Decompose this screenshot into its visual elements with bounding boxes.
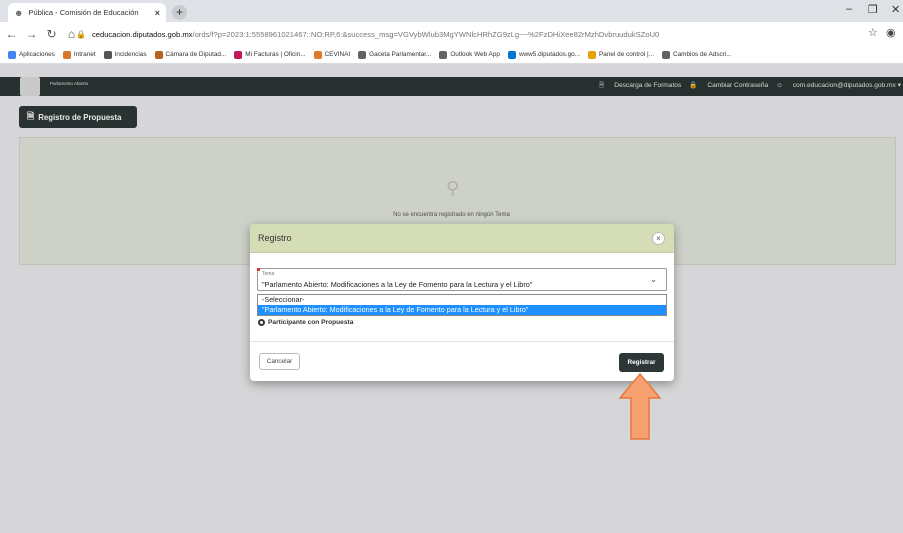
topic-selected-value: "Parlamento Abierto: Modificaciones a la…	[262, 280, 533, 289]
reload-icon[interactable]: ↻	[43, 27, 60, 41]
bookmark-icon	[507, 50, 516, 59]
bookmark-label: Cámara de Diputad...	[165, 51, 227, 58]
bookmark-label: Mi Facturas | Oficin...	[245, 51, 306, 58]
profile-icon[interactable]: ◉	[886, 26, 896, 39]
bookmark-icon	[103, 50, 112, 59]
forward-icon[interactable]: →	[23, 27, 40, 41]
modal-header: Registro ×	[250, 224, 674, 253]
browser-tab[interactable]: ☻ Pública - Comisión de Educación ×	[8, 3, 166, 22]
topic-option[interactable]: -Seleccionar-	[258, 295, 666, 305]
bookmark-item[interactable]: Cambios de Adscri...	[662, 50, 732, 59]
minimize-icon[interactable]: –	[846, 3, 852, 15]
tab-title: Pública - Comisión de Educación	[28, 8, 139, 17]
bookmark-item[interactable]: Incidencias	[103, 50, 147, 59]
bookmark-item[interactable]: Mi Facturas | Oficin...	[234, 50, 306, 59]
address-bar[interactable]: 🔒 ceducacion.diputados.gob.mx /ords/f?p=…	[76, 25, 866, 43]
url-path: /ords/f?p=2023:1:5558961021467::NO:RP,6:…	[192, 29, 660, 39]
bookmark-item[interactable]: Gaceta Parlamentar...	[358, 50, 432, 59]
bookmark-label: www5.diputados.go...	[518, 51, 581, 58]
registration-modal: Registro × Tema "Parlamento Abierto: Mod…	[250, 224, 674, 381]
lock-icon: 🔒	[76, 29, 86, 39]
participant-radio-row[interactable]: Participante con Propuesta	[258, 319, 353, 326]
bookmark-label: Incidencias	[114, 51, 147, 58]
bookmark-icon	[662, 50, 670, 59]
bookmark-item[interactable]: Cámara de Diputad...	[154, 50, 227, 59]
topic-label: Tema	[262, 271, 275, 277]
bookmarks-bar: Aplicaciones Intranet Incidencias Cámara de…	[0, 46, 903, 64]
cancel-button[interactable]: Cancelar	[259, 353, 300, 370]
bookmark-item[interactable]: Outlook Web App	[439, 50, 500, 59]
chevron-down-icon: ⌄	[650, 275, 657, 284]
topic-options-list: -Seleccionar- "Parlamento Abierto: Modif…	[257, 294, 667, 316]
user-icon: ☻	[14, 7, 24, 18]
bookmark-item[interactable]: www5.diputados.go...	[507, 50, 581, 59]
close-window-icon[interactable]: ✕	[891, 3, 900, 16]
maximize-icon[interactable]: ❐	[868, 3, 878, 16]
bookmark-label: Cambios de Adscri...	[673, 51, 732, 58]
bookmark-item[interactable]: CEVINAI	[313, 50, 351, 59]
bookmark-label: Panel de control |...	[599, 51, 654, 58]
radio-icon[interactable]	[258, 319, 265, 326]
browser-toolbar: ← → ↻ ⌂ 🔒 ceducacion.diputados.gob.mx /o…	[0, 22, 903, 46]
up-arrow-annotation	[618, 372, 662, 440]
bookmark-icon	[154, 50, 163, 59]
topic-select[interactable]: Tema "Parlamento Abierto: Modificaciones…	[257, 268, 667, 291]
modal-title: Registro	[258, 233, 292, 243]
url-host: ceducacion.diputados.gob.mx	[91, 29, 193, 39]
bookmark-icon	[588, 50, 597, 59]
bookmark-icon	[62, 50, 71, 59]
required-marker	[257, 268, 260, 271]
bookmark-label: Outlook Web App	[450, 51, 500, 58]
browser-tab-bar: ☻ Pública - Comisión de Educación × + – …	[0, 0, 903, 22]
register-button[interactable]: Registrar	[619, 353, 664, 372]
bookmark-item[interactable]: Intranet	[62, 50, 96, 59]
bookmark-icon	[313, 50, 322, 59]
bookmark-label: CEVINAI	[324, 51, 351, 58]
participant-radio-label: Participante con Propuesta	[268, 319, 354, 326]
bookmark-icon	[234, 50, 243, 59]
new-tab-button[interactable]: +	[172, 5, 187, 20]
bookmark-icon	[439, 50, 448, 59]
bookmark-label: Intranet	[73, 51, 96, 58]
tab-close-icon[interactable]: ×	[155, 8, 160, 18]
close-icon[interactable]: ×	[652, 232, 665, 245]
topic-option-highlighted[interactable]: "Parlamento Abierto: Modificaciones a la…	[258, 305, 666, 315]
bookmark-label: Gaceta Parlamentar...	[369, 51, 432, 58]
star-icon[interactable]: ☆	[868, 26, 878, 39]
modal-divider	[250, 341, 674, 342]
bookmark-icon	[8, 50, 16, 59]
arrow-shape	[618, 372, 662, 440]
bookmark-icon	[358, 50, 367, 59]
back-icon[interactable]: ←	[3, 27, 20, 41]
bookmark-item[interactable]: Panel de control |...	[588, 50, 654, 59]
bookmark-label: Aplicaciones	[19, 51, 55, 58]
bookmark-item[interactable]: Aplicaciones	[8, 50, 55, 59]
